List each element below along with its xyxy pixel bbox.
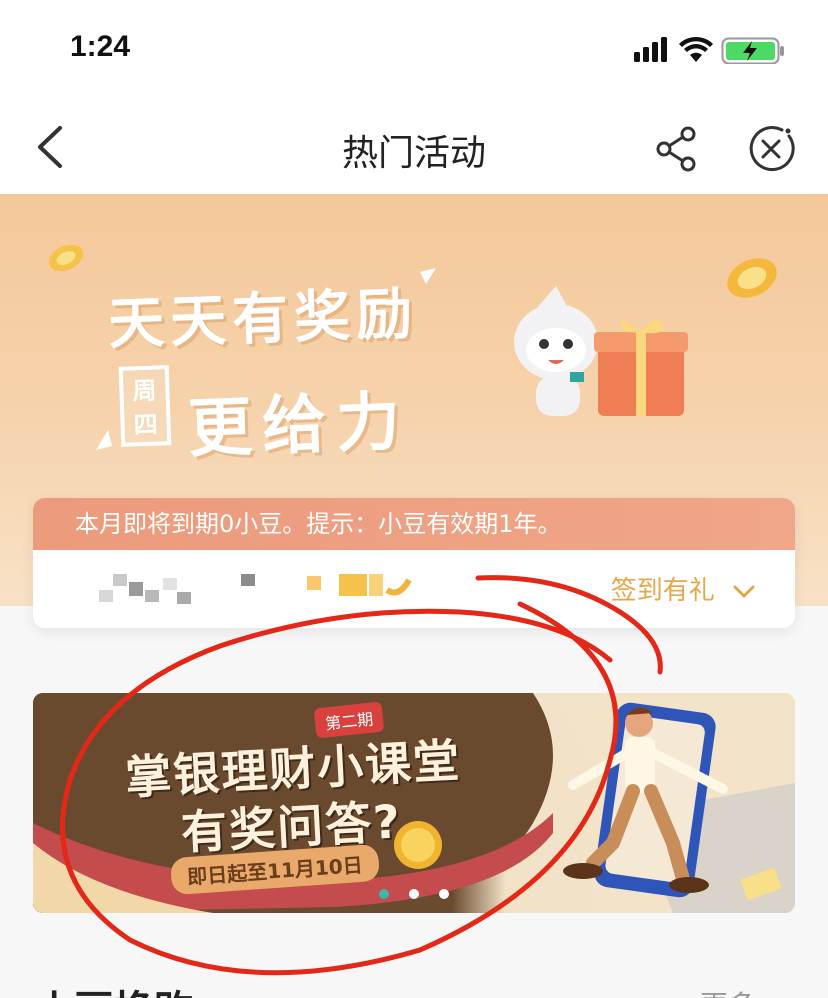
mascot-icon — [514, 286, 598, 416]
coin-icon — [727, 258, 777, 298]
signal-icon — [634, 37, 667, 62]
section-title: 小豆换购 — [34, 978, 194, 998]
wifi-icon — [679, 36, 713, 62]
page-title: 热门活动 — [341, 133, 486, 174]
share-icon[interactable] — [652, 124, 702, 174]
signin-button[interactable]: 签到有礼 — [611, 570, 755, 607]
points-row: 签到有礼 — [33, 550, 795, 628]
expiry-notice: 本月即将到期0小豆。提示：小豆有效期1年。 — [33, 498, 795, 550]
system-icons — [634, 36, 784, 64]
signin-label: 签到有礼 — [610, 576, 715, 606]
carousel-dot[interactable] — [409, 889, 419, 899]
close-icon[interactable] — [744, 122, 798, 176]
chevron-down-icon — [733, 585, 755, 599]
section-more-link[interactable]: 更多 > — [700, 984, 788, 998]
carousel-dots — [379, 889, 449, 899]
banner-slogan-line1: 天天有奖励 — [107, 281, 420, 358]
banner-slogan-line2: 更给力 — [186, 385, 412, 467]
nav-bar: 热门活动 — [0, 100, 828, 194]
status-bar: 1:24 — [0, 0, 828, 100]
redacted-points — [99, 574, 412, 604]
carousel-dot[interactable] — [439, 889, 449, 899]
promo-carousel[interactable]: 第二期 掌银理财小课堂 有奖问答? 即日起至11月10日 — [33, 693, 795, 913]
carousel-dot[interactable] — [379, 889, 389, 899]
status-time: 1:24 — [70, 30, 131, 63]
banner-weekday: 周四 — [118, 365, 172, 447]
coin-icon — [48, 244, 84, 272]
battery-icon — [721, 37, 784, 64]
gift-icon — [594, 319, 688, 416]
points-card: 本月即将到期0小豆。提示：小豆有效期1年。 签到有礼 — [33, 498, 795, 628]
